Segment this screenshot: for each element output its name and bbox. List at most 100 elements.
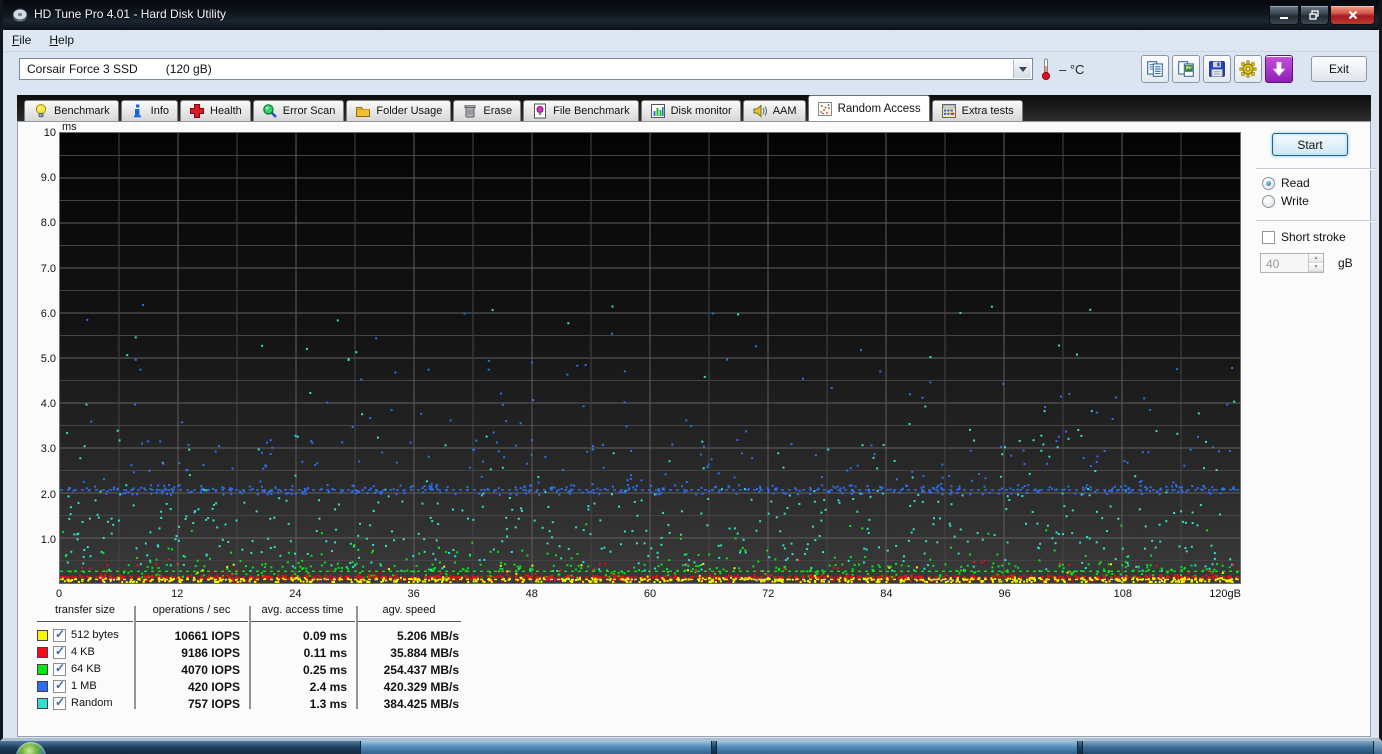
tab-label: Folder Usage [376,105,443,117]
toolbar-buttons [1141,55,1293,83]
iops-value: 420 IOPS [187,680,240,694]
menu-item-file[interactable]: File [3,30,40,50]
save-button[interactable] [1203,55,1231,83]
series-color-swatch [37,698,48,709]
spinner-down-icon[interactable]: ▼ [1309,263,1323,272]
table-row: ✓ Random 757 IOPS 1.3 ms 384.425 MB/s [37,695,477,713]
x-axis-tick-label: 60 [643,588,657,600]
checkmark-icon: ✓ [55,644,66,658]
trash-icon [462,103,478,119]
x-axis-tick-label: 24 [289,588,302,600]
drive-selector[interactable]: Corsair Force 3 SSD (120 gB) [19,58,1033,80]
checkbox-unchecked-icon[interactable] [1262,230,1275,244]
dropdown-arrow-icon[interactable] [1013,60,1031,78]
y-axis-tick-label: 1.0 [40,533,56,546]
close-button[interactable] [1330,6,1375,25]
y-axis-tick-label: 3.0 [40,443,56,456]
iops-value: 10661 IOPS [174,629,240,643]
speaker-icon [752,103,768,119]
drive-name: Corsair Force 3 SSD [27,62,138,76]
access-time-value: 0.09 ms [302,629,347,643]
scatter-icon [817,101,833,117]
table-header-rule [37,621,133,622]
tab-health[interactable]: Health [180,100,251,121]
tab-file-benchmark[interactable]: File Benchmark [523,100,639,121]
tab-disk-monitor[interactable]: Disk monitor [640,100,741,121]
magnifier-icon [262,103,278,119]
stroke-size-spinner[interactable]: 40 ▲ ▼ [1260,253,1324,273]
temperature-value: – °C [1059,61,1085,77]
short-stroke-size: 40 ▲ ▼ gB [1260,253,1380,273]
show-desktop-button[interactable] [1373,741,1382,754]
access-time-value: 0.25 ms [302,663,347,677]
x-axis-tick-label: 0 [55,588,63,600]
windows-taskbar [0,741,1382,754]
x-axis-tick-label: 108 [1113,588,1132,600]
y-axis-tick-label: 5.0 [40,353,56,365]
y-axis-tick-label: 6.0 [40,307,56,320]
series-checkbox[interactable]: ✓ [53,678,66,693]
tab-label: Benchmark [54,105,110,117]
tab-folder-usage[interactable]: Folder Usage [346,100,452,121]
exit-button[interactable]: Exit [1311,56,1367,82]
series-checkbox[interactable]: ✓ [53,695,66,710]
avg-speed-value: 5.206 MB/s [396,629,459,643]
copy-text-button[interactable] [1141,55,1169,83]
random-access-panel: ms 10 9.0 8.0 7.0 6.0 5.0 4.0 3.0 2.0 1.0 0 12 24 36… [17,121,1376,737]
transfer-size-label: Random [71,697,113,709]
table-header-rule [135,621,248,622]
tools-button[interactable] [1234,55,1262,83]
app-window: HD Tune Pro 4.01 - Hard Disk Utility Fil… [0,0,1382,741]
short-stroke-checkbox[interactable]: Short stroke [1262,230,1380,244]
table-row: ✓ 64 KB 4070 IOPS 0.25 ms 254.437 MB/s [37,661,477,679]
tab-info[interactable]: Info [120,100,178,121]
taskbar-window-button[interactable] [360,741,712,754]
start-button[interactable]: Start [1272,133,1348,156]
taskbar-window-button[interactable] [716,741,1078,754]
menu-item-help[interactable]: Help [40,30,83,50]
tab-error-scan[interactable]: Error Scan [252,100,345,121]
lightbulb-icon [33,103,49,119]
temperature-indicator: – °C [1039,57,1084,81]
maximize-button[interactable] [1300,6,1329,25]
write-radio[interactable]: Write [1262,194,1380,208]
tab-benchmark[interactable]: Benchmark [24,100,119,121]
tab-label: Health [210,105,242,117]
folder-icon [355,103,371,119]
stroke-unit-label: gB [1338,256,1353,270]
access-time-value: 0.11 ms [303,646,347,660]
read-radio[interactable]: Read [1262,176,1380,190]
transfer-size-label: 1 MB [71,680,97,692]
table-header-rule [357,621,461,622]
x-axis-tick-label: 36 [407,588,420,600]
access-time-scatter-plot [59,132,1241,584]
test-controls: Start Read Write Short stroke 40 ▲ ▼ gB [1256,130,1380,273]
table-row: ✓ 4 KB 9186 IOPS 0.11 ms 35.884 MB/s [37,644,477,662]
tab-label: Error Scan [282,105,336,117]
avg-speed-value: 254.437 MB/s [383,663,459,677]
avg-speed-value: 35.884 MB/s [390,646,459,660]
tab-label: Random Access [837,102,921,115]
minimize-button[interactable] [1269,6,1299,25]
table-header: avg. access time [261,604,344,616]
start-orb[interactable] [16,742,46,754]
x-axis-tick-label: 120gB [1209,588,1241,600]
series-checkbox[interactable]: ✓ [53,644,66,659]
radio-unselected-icon[interactable] [1262,194,1275,208]
series-checkbox[interactable]: ✓ [53,627,66,642]
access-time-value: 1.3 ms [309,697,347,711]
tab-random-access[interactable]: Random Access [807,95,930,121]
spinner-up-icon[interactable]: ▲ [1309,254,1323,263]
series-checkbox[interactable]: ✓ [53,661,66,676]
extra-tests-icon [941,103,957,119]
radio-selected-icon[interactable] [1262,176,1275,190]
tab-extra-tests[interactable]: Extra tests [931,100,1023,121]
x-axis-tick-label: 48 [525,588,538,600]
tab-erase[interactable]: Erase [453,100,522,121]
download-button[interactable] [1265,55,1293,83]
taskbar-window-button[interactable] [1082,741,1374,754]
tab-aam[interactable]: AAM [742,100,806,121]
menu-bar: File Help [3,30,1379,52]
copy-image-button[interactable] [1172,55,1200,83]
iops-value: 757 IOPS [187,697,240,711]
